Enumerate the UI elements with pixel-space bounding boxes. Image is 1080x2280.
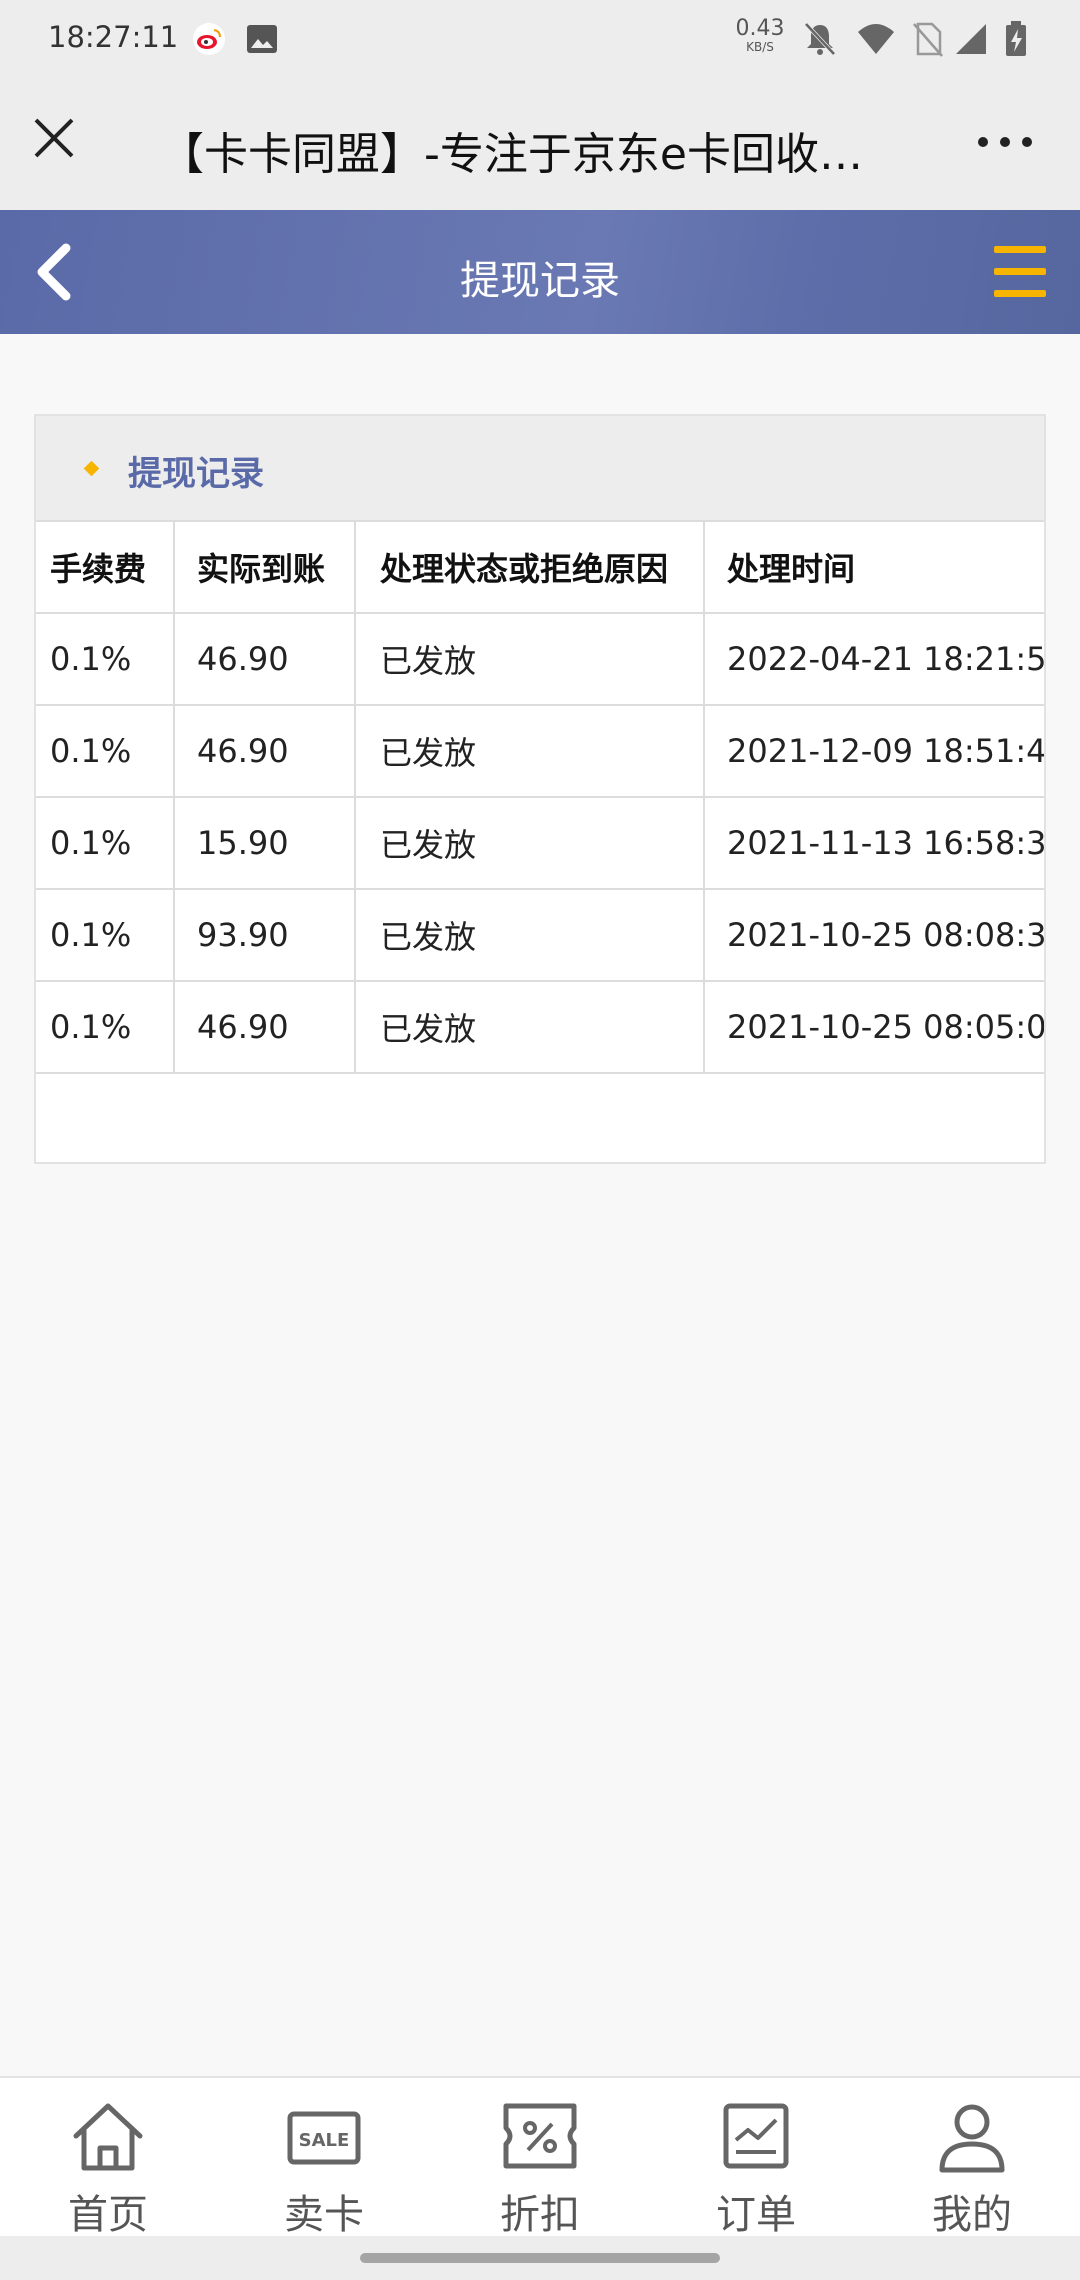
nav-item-home[interactable]: 首页 xyxy=(0,2078,216,2238)
more-options-icon[interactable] xyxy=(975,130,1035,154)
status-cell: 已发放 xyxy=(354,612,705,706)
nav-label-sell-card: 卖卡 xyxy=(284,2192,364,2238)
wifi-icon xyxy=(858,24,894,54)
withdraw-records-card: 提现记录 手续费 实际到账 处理状态或拒绝原因 处理时间 0.1% 46.90 … xyxy=(34,414,1046,1164)
amount-cell: 93.90 xyxy=(173,888,356,982)
fee-cell: 0.1% xyxy=(36,796,175,890)
discount-icon xyxy=(503,2103,577,2169)
user-icon xyxy=(939,2104,1005,2173)
time-cell: 2021-12-09 18:51:40 xyxy=(703,704,1044,798)
column-header-time: 处理时间 xyxy=(703,520,1044,614)
amount-cell: 46.90 xyxy=(173,704,356,798)
time-cell: 2021-11-13 16:58:38 xyxy=(703,796,1044,890)
nav-label-home: 首页 xyxy=(68,2192,148,2238)
amount-cell: 15.90 xyxy=(173,796,356,890)
home-icon xyxy=(73,2103,143,2171)
battery-charging-icon xyxy=(1006,21,1026,56)
network-speed: 0.43 KB/S xyxy=(735,16,785,54)
time-cell: 2022-04-21 18:21:53 xyxy=(703,612,1044,706)
time-cell: 2021-10-25 08:08:38 xyxy=(703,888,1044,982)
mute-bell-icon xyxy=(804,22,836,56)
no-sim-icon xyxy=(913,22,943,57)
nav-label-discount: 折扣 xyxy=(500,2192,580,2238)
nav-label-mine: 我的 xyxy=(932,2192,1012,2238)
column-header-amount: 实际到账 xyxy=(173,520,356,614)
amount-cell: 46.90 xyxy=(173,980,356,1074)
card-header: 提现记录 xyxy=(36,416,1044,520)
column-header-fee: 手续费 xyxy=(36,520,175,614)
home-indicator[interactable] xyxy=(360,2253,720,2263)
time-cell: 2021-10-25 08:05:04 xyxy=(703,980,1044,1074)
nav-item-discount[interactable]: 折扣 xyxy=(432,2078,648,2238)
status-cell: 已发放 xyxy=(354,888,705,982)
column-header-status: 处理状态或拒绝原因 xyxy=(354,520,705,614)
order-chart-icon xyxy=(723,2103,789,2169)
status-time: 18:27:11 xyxy=(48,20,179,54)
weibo-icon xyxy=(193,23,225,55)
browser-page-title: 【卡卡同盟】-专注于京东e卡回收… xyxy=(160,129,863,180)
nav-label-orders: 订单 xyxy=(716,2192,796,2238)
signal-icon xyxy=(956,24,986,54)
card-title: 提现记录 xyxy=(128,454,264,494)
close-icon[interactable] xyxy=(30,114,78,162)
table-row: 0.1% 15.90 已发放 2021-11-13 16:58:38 xyxy=(36,796,1044,890)
header-title: 提现记录 xyxy=(460,258,620,304)
fee-cell: 0.1% xyxy=(36,980,175,1074)
app-header: 提现记录 xyxy=(0,210,1080,334)
sale-tag-icon: SALE xyxy=(287,2111,361,2165)
nav-item-sell-card[interactable]: SALE 卖卡 xyxy=(216,2078,432,2238)
fee-cell: 0.1% xyxy=(36,704,175,798)
table-row: 0.1% 46.90 已发放 2021-10-25 08:05:04 xyxy=(36,980,1044,1074)
amount-cell: 46.90 xyxy=(173,612,356,706)
nav-item-mine[interactable]: 我的 xyxy=(864,2078,1080,2238)
status-cell: 已发放 xyxy=(354,704,705,798)
table-row: 0.1% 46.90 已发放 2021-12-09 18:51:40 xyxy=(36,704,1044,798)
diamond-bullet-icon xyxy=(83,460,100,477)
browser-title-bar: 【卡卡同盟】-专注于京东e卡回收… xyxy=(0,80,1080,210)
status-cell: 已发放 xyxy=(354,980,705,1074)
bottom-nav: 首页 SALE 卖卡 折扣 订单 我的 xyxy=(0,2076,1080,2238)
table-row: 0.1% 46.90 已发放 2022-04-21 18:21:53 xyxy=(36,612,1044,706)
table-row: 0.1% 93.90 已发放 2021-10-25 08:08:38 xyxy=(36,888,1044,982)
fee-cell: 0.1% xyxy=(36,888,175,982)
table-header-row: 手续费 实际到账 处理状态或拒绝原因 处理时间 xyxy=(36,520,1044,614)
status-bar: 18:27:11 0.43 KB/S xyxy=(0,0,1080,80)
status-cell: 已发放 xyxy=(354,796,705,890)
sale-icon-text: SALE xyxy=(299,2130,350,2151)
fee-cell: 0.1% xyxy=(36,612,175,706)
gallery-icon xyxy=(247,25,277,53)
menu-icon[interactable] xyxy=(992,240,1048,304)
records-table: 手续费 实际到账 处理状态或拒绝原因 处理时间 0.1% 46.90 已发放 2… xyxy=(36,520,1044,1074)
nav-item-orders[interactable]: 订单 xyxy=(648,2078,864,2238)
